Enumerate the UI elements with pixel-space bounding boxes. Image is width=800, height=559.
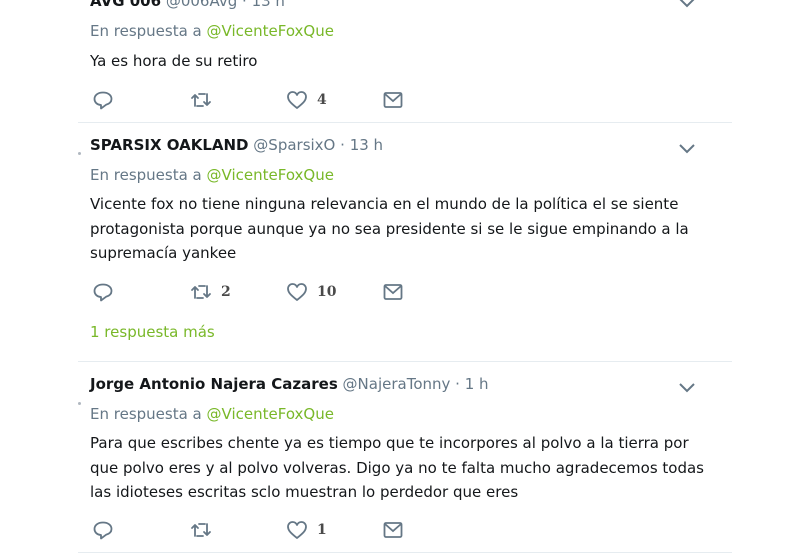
retweet-button[interactable]: 2 [190,281,231,303]
tweet-time[interactable]: · 13 h [242,0,285,10]
tweet-text-line: supremacía yankee [90,244,237,262]
chevron-down-icon[interactable] [678,381,696,395]
chevron-down-icon[interactable] [678,142,696,156]
like-count: 4 [317,92,327,108]
author-name[interactable]: SPARSIX OAKLAND [90,136,249,154]
retweet-button[interactable] [190,89,212,111]
reply-mention[interactable]: @VicenteFoxQue [207,405,334,423]
reply-button[interactable] [92,89,114,111]
tweet-text-line: protagonista porque aunque ya no sea pre… [90,219,689,238]
direct-message-icon [383,92,403,108]
tweet-text-line: las idioteses escritas sclo muestran lo … [90,483,519,501]
like-icon [287,521,307,539]
tweet-text: Para que escribes chente ya es tiempo qu… [90,431,710,505]
reply-icon [93,521,113,540]
reply-prefix: En respuesta a [90,22,202,40]
retweet-icon [191,523,211,537]
author-handle[interactable]: @SparsixO [253,136,335,154]
reply-prefix: En respuesta a [90,166,202,184]
tweet-text-line: que polvo eres y al polvo volveras. Digo… [90,458,704,477]
tweet[interactable]: SPARSIX OAKLAND @SparsixO · 13 h En resp… [90,136,710,306]
retweet-button[interactable] [190,519,212,541]
reply-button[interactable] [92,281,114,303]
author-name[interactable]: Jorge Antonio Najera Cazares [90,375,338,393]
reply-button[interactable] [92,519,114,541]
tweet-header: SPARSIX OAKLAND @SparsixO · 13 h [90,136,383,154]
tweet-actions: 1 [90,519,410,541]
author-handle[interactable]: @006Avg [166,0,237,10]
retweet-count: 2 [221,284,231,300]
like-icon [287,91,307,109]
like-button[interactable]: 4 [286,89,327,111]
tweet-text-line: Para que escribes chente ya es tiempo qu… [90,434,689,452]
chevron-down-icon[interactable] [678,0,696,10]
like-button[interactable]: 10 [286,281,336,303]
retweet-icon [191,93,211,107]
direct-message-icon [383,284,403,300]
direct-message-button[interactable] [382,89,404,111]
thread-dot [78,152,81,155]
tweet[interactable]: Jorge Antonio Najera Cazares @NajeraTonn… [90,375,710,545]
reply-icon [93,283,113,302]
direct-message-button[interactable] [382,281,404,303]
author-handle[interactable]: @NajeraTonny [343,375,451,393]
reply-mention[interactable]: @VicenteFoxQue [207,22,334,40]
reply-context: En respuesta a @VicenteFoxQue [90,405,334,423]
like-icon [287,283,307,301]
tweet-time[interactable]: · 1 h [455,375,488,393]
tweet-divider [78,552,732,553]
like-count: 10 [317,284,337,300]
reply-prefix: En respuesta a [90,405,202,423]
like-button[interactable]: 1 [286,519,327,541]
tweet-text: Ya es hora de su retiro [90,49,710,74]
direct-message-icon [383,522,403,538]
retweet-icon [191,285,211,299]
author-name[interactable]: AVG 006 [90,0,161,10]
tweet-text-line: Ya es hora de su retiro [90,52,258,70]
tweet-actions: 4 [90,89,410,111]
thread-dot [78,402,81,405]
reply-context: En respuesta a @VicenteFoxQue [90,22,334,40]
tweet-divider [78,361,732,362]
tweet-header: AVG 006 @006Avg · 13 h [90,0,285,10]
tweet-text-line: Vicente fox no tiene ninguna relevancia … [90,195,679,213]
reply-mention[interactable]: @VicenteFoxQue [207,166,334,184]
tweet[interactable]: AVG 006 @006Avg · 13 h En respuesta a @V… [90,0,710,112]
like-count: 1 [317,522,327,538]
reply-context: En respuesta a @VicenteFoxQue [90,166,334,184]
tweet-divider [78,122,732,123]
tweet-time[interactable]: · 13 h [340,136,383,154]
show-more-replies-link[interactable]: 1 respuesta más [90,323,215,341]
tweet-header: Jorge Antonio Najera Cazares @NajeraTonn… [90,375,489,393]
direct-message-button[interactable] [382,519,404,541]
reply-icon [93,91,113,110]
tweet-text: Vicente fox no tiene ninguna relevancia … [90,192,710,266]
tweet-actions: 2 10 [90,281,410,303]
